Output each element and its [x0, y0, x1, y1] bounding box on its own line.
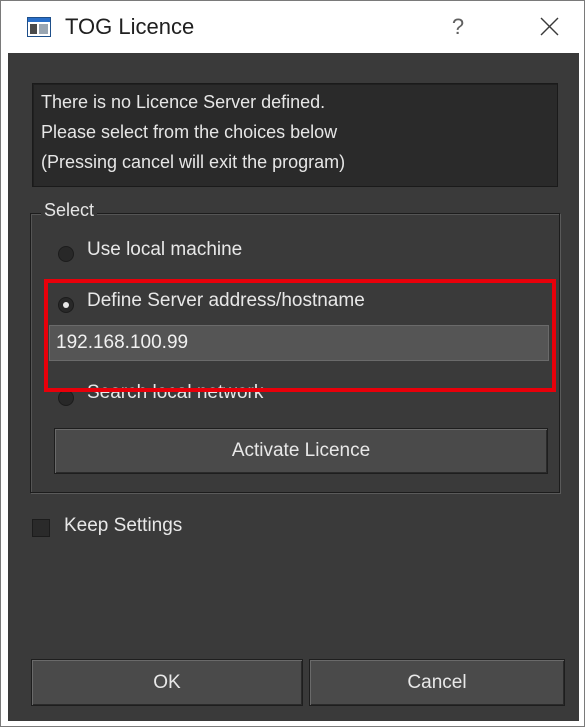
dialog-body: There is no Licence Server defined. Plea…: [8, 53, 579, 721]
cancel-button[interactable]: Cancel: [309, 659, 565, 706]
keep-settings-label[interactable]: Keep Settings: [64, 515, 182, 537]
info-message-box: There is no Licence Server defined. Plea…: [32, 83, 558, 187]
select-group-legend: Select: [41, 200, 98, 221]
radio-use-local-machine[interactable]: [58, 246, 74, 262]
ok-button[interactable]: OK: [31, 659, 303, 706]
app-window-icon: [27, 17, 51, 37]
highlight-annotation: [44, 279, 556, 392]
radio-label-use-local-machine[interactable]: Use local machine: [87, 239, 242, 261]
info-line: There is no Licence Server defined.: [41, 92, 326, 112]
title-bar[interactable]: TOG Licence ?: [1, 1, 584, 53]
info-line: (Pressing cancel will exit the program): [41, 152, 346, 172]
radio-search-local-network[interactable]: [58, 390, 74, 406]
licence-dialog: TOG Licence ? There is no Licence Server…: [0, 0, 585, 727]
help-button[interactable]: ?: [441, 9, 475, 45]
window-title: TOG Licence: [65, 14, 195, 39]
activate-licence-button[interactable]: Activate Licence: [54, 428, 548, 474]
keep-settings-checkbox[interactable]: [32, 519, 50, 537]
close-icon[interactable]: [529, 9, 569, 45]
info-line: Please select from the choices below: [41, 122, 338, 142]
